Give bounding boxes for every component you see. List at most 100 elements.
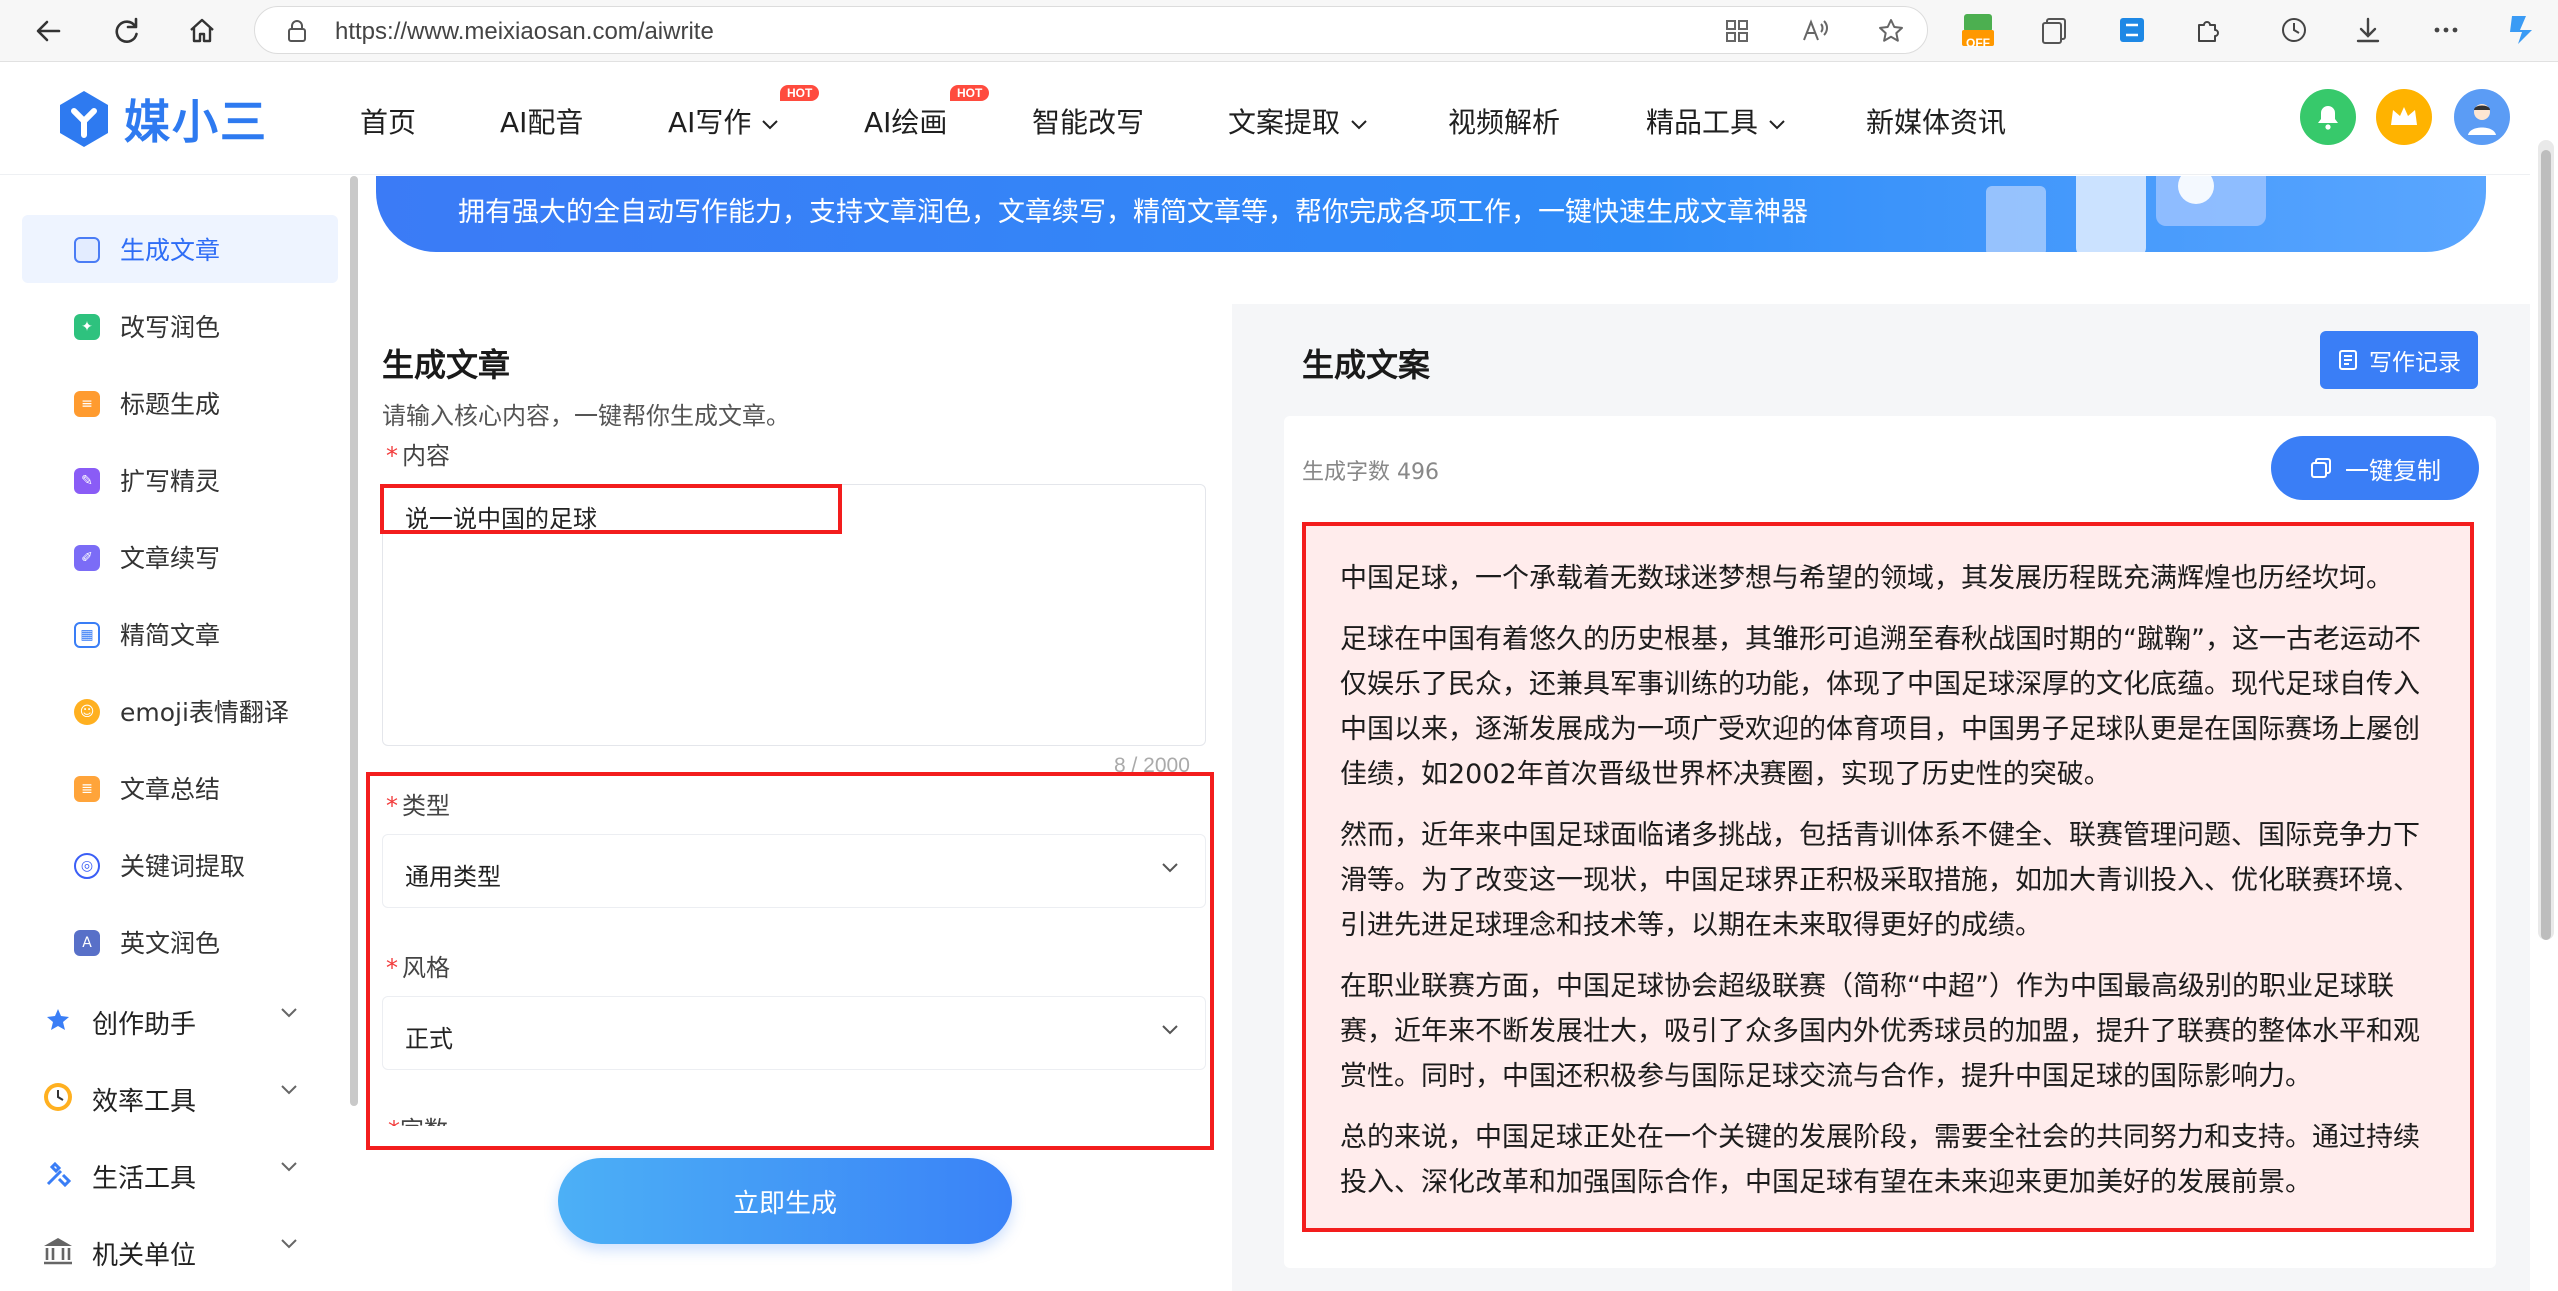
style-select[interactable]: 正式: [382, 996, 1206, 1070]
sidebar-item-summary[interactable]: ≣ 文章总结: [22, 754, 338, 822]
lock-icon[interactable]: [281, 15, 313, 47]
back-icon[interactable]: [26, 9, 70, 53]
url-text[interactable]: https://www.meixiaosan.com/aiwrite: [335, 18, 714, 46]
type-value: 通用类型: [405, 863, 501, 891]
sidebar-item-title-gen[interactable]: ≡ 标题生成: [22, 369, 338, 437]
read-aloud-icon[interactable]: [1799, 15, 1831, 47]
home-icon[interactable]: [180, 9, 224, 53]
nav-copy-extract-label: 文案提取: [1228, 106, 1341, 139]
article-paragraph: 足球在中国有着悠久的历史根基，其雏形可追溯至春秋战国时期的“蹴鞠”，这一古老运动…: [1340, 624, 2421, 790]
address-bar[interactable]: https://www.meixiaosan.com/aiwrite: [254, 6, 1928, 54]
english-icon: A: [74, 930, 100, 956]
sidebar-item-emoji[interactable]: ☺ emoji表情翻译: [22, 677, 338, 745]
history-icon[interactable]: [2276, 12, 2312, 48]
nav-home[interactable]: 首页: [360, 101, 416, 141]
continue-icon: ✐: [74, 545, 100, 571]
building-icon: [40, 1233, 76, 1269]
sidebar-item-keyword[interactable]: ◎ 关键词提取: [22, 831, 338, 899]
notification-bell-icon[interactable]: [2300, 89, 2356, 145]
nav-premium-tools[interactable]: 精品工具: [1646, 101, 1787, 141]
article-paragraph: 在职业联赛方面，中国足球协会超级联赛（简称“中超”）作为中国最高级别的职业足球联…: [1340, 971, 2420, 1092]
doc-gen-icon: [74, 237, 100, 263]
vip-crown-icon[interactable]: [2376, 89, 2432, 145]
options-highlight-box: [366, 772, 1214, 1150]
extension-off-badge: OFF: [1966, 36, 1990, 50]
copilot-icon[interactable]: [2502, 12, 2538, 48]
nav-copy-extract[interactable]: 文案提取: [1228, 101, 1369, 141]
nav-ai-writing-label: AI写作: [668, 106, 752, 139]
type-label: * 类型: [386, 792, 450, 820]
nav-ai-writing[interactable]: AI写作: [668, 101, 780, 141]
browser-toolbar: https://www.meixiaosan.com/aiwrite OFF: [0, 0, 2558, 62]
polish-icon: ✦: [74, 314, 100, 340]
banner-text: 拥有强大的全自动写作能力，支持文章润色，文章续写，精简文章等，帮你完成各项工作，…: [458, 197, 1808, 228]
grid-view-icon[interactable]: [1721, 15, 1753, 47]
nav-ai-dubbing[interactable]: AI配音: [500, 101, 583, 141]
article-paragraph: 总的来说，中国足球正处在一个关键的发展阶段，需要全社会的共同努力和支持。通过持续…: [1340, 1122, 2420, 1198]
sidebar-item-simplify[interactable]: ▦ 精简文章: [22, 600, 338, 668]
history-doc-icon: [2339, 350, 2357, 370]
copy-icon: [2311, 458, 2331, 478]
sidebar-item-expand[interactable]: ✎ 扩写精灵: [22, 446, 338, 514]
clock-icon: [40, 1079, 76, 1115]
sidebar-item-rewrite-polish[interactable]: ✦ 改写润色: [22, 292, 338, 360]
refresh-icon[interactable]: [104, 9, 148, 53]
chevron-down-icon: [1769, 120, 1785, 130]
translate-extension-icon[interactable]: [2114, 12, 2150, 48]
required-mark: *: [386, 442, 398, 470]
sidebar-item-english[interactable]: A 英文润色: [22, 908, 338, 976]
nav-smart-rewrite[interactable]: 智能改写: [1032, 101, 1144, 141]
nav-premium-tools-label: 精品工具: [1646, 106, 1759, 139]
chevron-down-icon: [281, 1085, 297, 1095]
chevron-down-icon: [281, 1162, 297, 1172]
form-subtitle: 请输入核心内容，一键帮你生成文章。: [382, 402, 790, 430]
site-header: 媒小三 首页 AI配音 AI写作 HOT AI绘画 HOT 智能改写 文案提取 …: [0, 63, 2530, 175]
sidebar-item-generate-article[interactable]: 生成文章: [22, 215, 338, 283]
article-paragraph: 中国足球，一个承载着无数球迷梦想与希望的领域，其发展历程既充满辉煌也历经坎坷。: [1340, 563, 2393, 594]
star-icon: [40, 1002, 76, 1038]
content-value[interactable]: 说一说中国的足球: [405, 499, 597, 534]
tools-icon: [40, 1156, 76, 1192]
required-mark: *: [386, 954, 398, 982]
sidebar-item-continue[interactable]: ✐ 文章续写: [22, 523, 338, 591]
chevron-down-icon: [1162, 1025, 1178, 1035]
extensions-puzzle-icon[interactable]: [2190, 12, 2226, 48]
more-menu-icon[interactable]: [2428, 12, 2464, 48]
type-select[interactable]: 通用类型: [382, 834, 1206, 908]
site-logo[interactable]: 媒小三: [56, 87, 296, 151]
ai-robot-illustration-icon: [1986, 176, 2266, 252]
nav-ai-drawing[interactable]: AI绘画: [864, 101, 947, 141]
collections-icon[interactable]: [2036, 12, 2072, 48]
sidebar-group-creation[interactable]: 创作助手: [22, 986, 338, 1054]
download-icon[interactable]: [2350, 12, 2386, 48]
generate-button[interactable]: 立即生成: [558, 1158, 1012, 1244]
sidebar-group-efficiency[interactable]: 效率工具: [22, 1063, 338, 1131]
page-scrollbar-thumb[interactable]: [2541, 150, 2551, 940]
favorite-star-icon[interactable]: [1875, 15, 1907, 47]
generated-article: 中国足球，一个承载着无数球迷梦想与希望的领域，其发展历程既充满辉煌也历经坎坷。 …: [1302, 522, 2474, 1232]
writing-history-label: 写作记录: [2369, 350, 2461, 376]
sidebar-group-life[interactable]: 生活工具: [22, 1140, 338, 1208]
sidebar-group-government[interactable]: 机关单位: [22, 1217, 338, 1285]
chevron-down-icon: [762, 120, 779, 130]
required-mark: *: [386, 792, 398, 820]
writing-history-button[interactable]: 写作记录: [2320, 331, 2478, 389]
nav-media-news[interactable]: 新媒体资讯: [1866, 101, 2006, 141]
hot-badge: HOT: [780, 85, 820, 101]
chevron-down-icon: [281, 1239, 297, 1249]
user-avatar[interactable]: [2454, 89, 2510, 145]
logo-icon: [60, 91, 108, 147]
chevron-down-icon: [1351, 120, 1367, 130]
form-title: 生成文章: [382, 346, 511, 384]
hot-badge: HOT: [950, 85, 990, 101]
word-count-label: *字数: [388, 1110, 588, 1126]
content-textarea[interactable]: 说一说中国的足球: [382, 484, 1206, 746]
content-label: * 内容: [386, 442, 450, 470]
generated-word-count: 生成字数 496: [1302, 460, 1439, 485]
simplify-icon: ▦: [74, 622, 100, 648]
copy-all-button[interactable]: 一键复制: [2271, 436, 2479, 500]
nav-video-parse[interactable]: 视频解析: [1448, 101, 1560, 141]
feature-banner: 拥有强大的全自动写作能力，支持文章润色，文章续写，精简文章等，帮你完成各项工作，…: [376, 176, 2486, 252]
output-title: 生成文案: [1302, 346, 1431, 384]
sidebar-scrollbar[interactable]: [350, 176, 358, 1106]
